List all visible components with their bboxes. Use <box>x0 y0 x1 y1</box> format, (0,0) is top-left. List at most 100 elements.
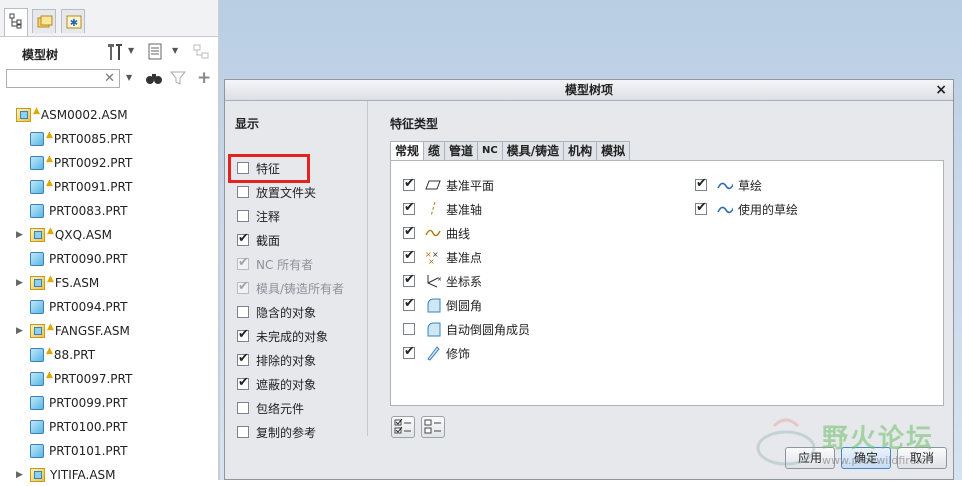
checkbox[interactable] <box>237 351 249 366</box>
feature-tab[interactable]: 模具/铸造 <box>501 141 565 161</box>
tree-row[interactable]: ▲ ASM0002.ASM <box>12 104 128 126</box>
display-option-label: 排除的对象 <box>256 353 317 368</box>
select-all-button[interactable] <box>391 416 415 438</box>
feature-option-label: 坐标系 <box>446 274 483 289</box>
checkbox[interactable] <box>237 426 249 438</box>
feature-tab[interactable]: 模拟 <box>596 141 631 161</box>
display-option[interactable]: 排除的对象 <box>237 350 316 370</box>
checkbox[interactable] <box>237 375 249 390</box>
feature-option[interactable]: × 坐标系 <box>403 271 482 291</box>
feature-tab[interactable]: NC <box>477 141 503 161</box>
checkbox[interactable] <box>403 224 415 239</box>
settings-tools-icon[interactable] <box>104 42 126 62</box>
checkbox[interactable] <box>403 272 415 287</box>
tree-row[interactable]: ▶ YITIFA.ASM <box>16 464 116 486</box>
display-option[interactable]: 放置文件夹 <box>237 182 316 202</box>
feature-option[interactable]: 草绘 <box>695 175 762 195</box>
feature-option[interactable]: 自动倒圆角成员 <box>403 319 530 339</box>
display-option[interactable]: 截面 <box>237 230 280 250</box>
checkbox[interactable] <box>695 176 707 191</box>
tree-row[interactable]: ▲ PRT0091.PRT <box>16 176 132 198</box>
feature-tab[interactable]: 管道 <box>444 141 479 161</box>
warning-triangle-icon: ▲ <box>46 370 53 380</box>
svg-text:×: × <box>428 257 435 265</box>
filter-icon[interactable] <box>169 70 187 89</box>
feature-option[interactable]: 倒圆角 <box>403 295 482 315</box>
clear-search-icon[interactable]: ✕ <box>104 71 115 86</box>
tree-row[interactable]: ▶ ▲ QXQ.ASM <box>16 224 112 246</box>
display-option: NC 所有者 <box>237 254 313 274</box>
feature-option[interactable]: 基准平面 <box>403 175 494 195</box>
clear-all-button[interactable] <box>421 416 445 438</box>
tree-item-label: FS.ASM <box>54 276 100 290</box>
tree-row[interactable]: PRT0101.PRT <box>16 440 127 462</box>
tab-folder-browser[interactable] <box>32 9 56 33</box>
tree-row[interactable]: ▲ 88.PRT <box>16 344 95 366</box>
dialog-title-bar[interactable]: 模型树项 × <box>225 80 953 101</box>
watermark-url: www.proewildfire.cn <box>822 454 933 467</box>
feature-tab[interactable]: 机构 <box>563 141 598 161</box>
tree-row[interactable]: ▶ ▲ FS.ASM <box>16 272 99 294</box>
expand-arrow-icon[interactable]: ▶ <box>16 470 26 480</box>
tree-row[interactable]: PRT0100.PRT <box>16 416 127 438</box>
chevron-down-icon[interactable]: ▼ <box>172 46 178 55</box>
feature-tab[interactable]: 缆 <box>423 141 446 161</box>
display-option[interactable]: 复制的参考 <box>237 422 316 442</box>
feature-option-label: 基准平面 <box>446 178 495 193</box>
feature-option[interactable]: 使用的草绘 <box>695 199 798 219</box>
checkbox[interactable] <box>237 231 249 246</box>
tree-row[interactable]: PRT0099.PRT <box>16 392 127 414</box>
checkbox[interactable] <box>237 327 249 342</box>
warning-triangle-icon: ▲ <box>46 130 53 140</box>
checkbox[interactable] <box>403 296 415 311</box>
display-option[interactable]: 遮蔽的对象 <box>237 374 316 394</box>
checkbox[interactable] <box>403 323 415 335</box>
feature-option-label: 倒圆角 <box>446 298 483 313</box>
checkbox[interactable] <box>237 402 249 414</box>
checkbox[interactable] <box>403 176 415 191</box>
checkbox[interactable] <box>403 200 415 215</box>
display-option[interactable]: 注释 <box>237 206 280 226</box>
assembly-icon <box>30 324 45 338</box>
tree-row[interactable]: ▲ PRT0085.PRT <box>16 128 132 150</box>
chevron-down-icon[interactable]: ▼ <box>128 46 134 55</box>
show-list-icon[interactable] <box>146 42 168 62</box>
checkbox[interactable] <box>403 344 415 359</box>
part-icon <box>30 252 44 266</box>
expand-arrow-icon[interactable]: ▶ <box>16 326 26 336</box>
part-icon <box>30 444 44 458</box>
tree-row[interactable]: ▶ ▲ FANGSF.ASM <box>16 320 130 342</box>
part-icon <box>30 372 44 386</box>
search-dropdown-icon[interactable]: ▼ <box>126 73 132 82</box>
feature-option[interactable]: 修饰 <box>403 343 470 363</box>
checkbox[interactable] <box>403 248 415 263</box>
tab-model-tree[interactable] <box>4 8 28 36</box>
find-binoculars-icon[interactable] <box>145 70 163 89</box>
search-input[interactable]: ✕ <box>6 69 120 88</box>
tree-item-label: PRT0085.PRT <box>53 132 133 146</box>
tree-item-label: PRT0097.PRT <box>53 372 133 386</box>
expand-arrow-icon[interactable]: ▶ <box>16 230 26 240</box>
tree-row[interactable]: ▲ PRT0097.PRT <box>16 368 132 390</box>
feature-tab[interactable]: 常规 <box>390 141 425 161</box>
tree-row[interactable]: ▲ PRT0092.PRT <box>16 152 132 174</box>
checkbox[interactable] <box>237 210 249 222</box>
feature-option[interactable]: 基准轴 <box>403 199 482 219</box>
add-icon[interactable]: + <box>197 68 211 88</box>
tab-favorites[interactable]: ✱ <box>61 9 85 33</box>
tree-row[interactable]: PRT0090.PRT <box>16 248 127 270</box>
expand-arrow-icon[interactable]: ▶ <box>16 278 26 288</box>
checkbox[interactable] <box>237 306 249 318</box>
close-icon[interactable]: × <box>935 80 947 100</box>
display-option[interactable]: 包络元件 <box>237 398 304 418</box>
display-option[interactable]: 未完成的对象 <box>237 326 328 346</box>
checkbox[interactable] <box>695 200 707 215</box>
display-option[interactable]: 隐含的对象 <box>237 302 316 322</box>
feature-option[interactable]: ××× 基准点 <box>403 247 482 267</box>
feature-option[interactable]: 曲线 <box>403 223 470 243</box>
feature-option-label: 修饰 <box>446 346 471 361</box>
tree-row[interactable]: PRT0083.PRT <box>16 200 127 222</box>
tree-row[interactable]: PRT0094.PRT <box>16 296 127 318</box>
feature-option-label: 自动倒圆角成员 <box>446 322 531 337</box>
checkbox[interactable] <box>237 186 249 198</box>
